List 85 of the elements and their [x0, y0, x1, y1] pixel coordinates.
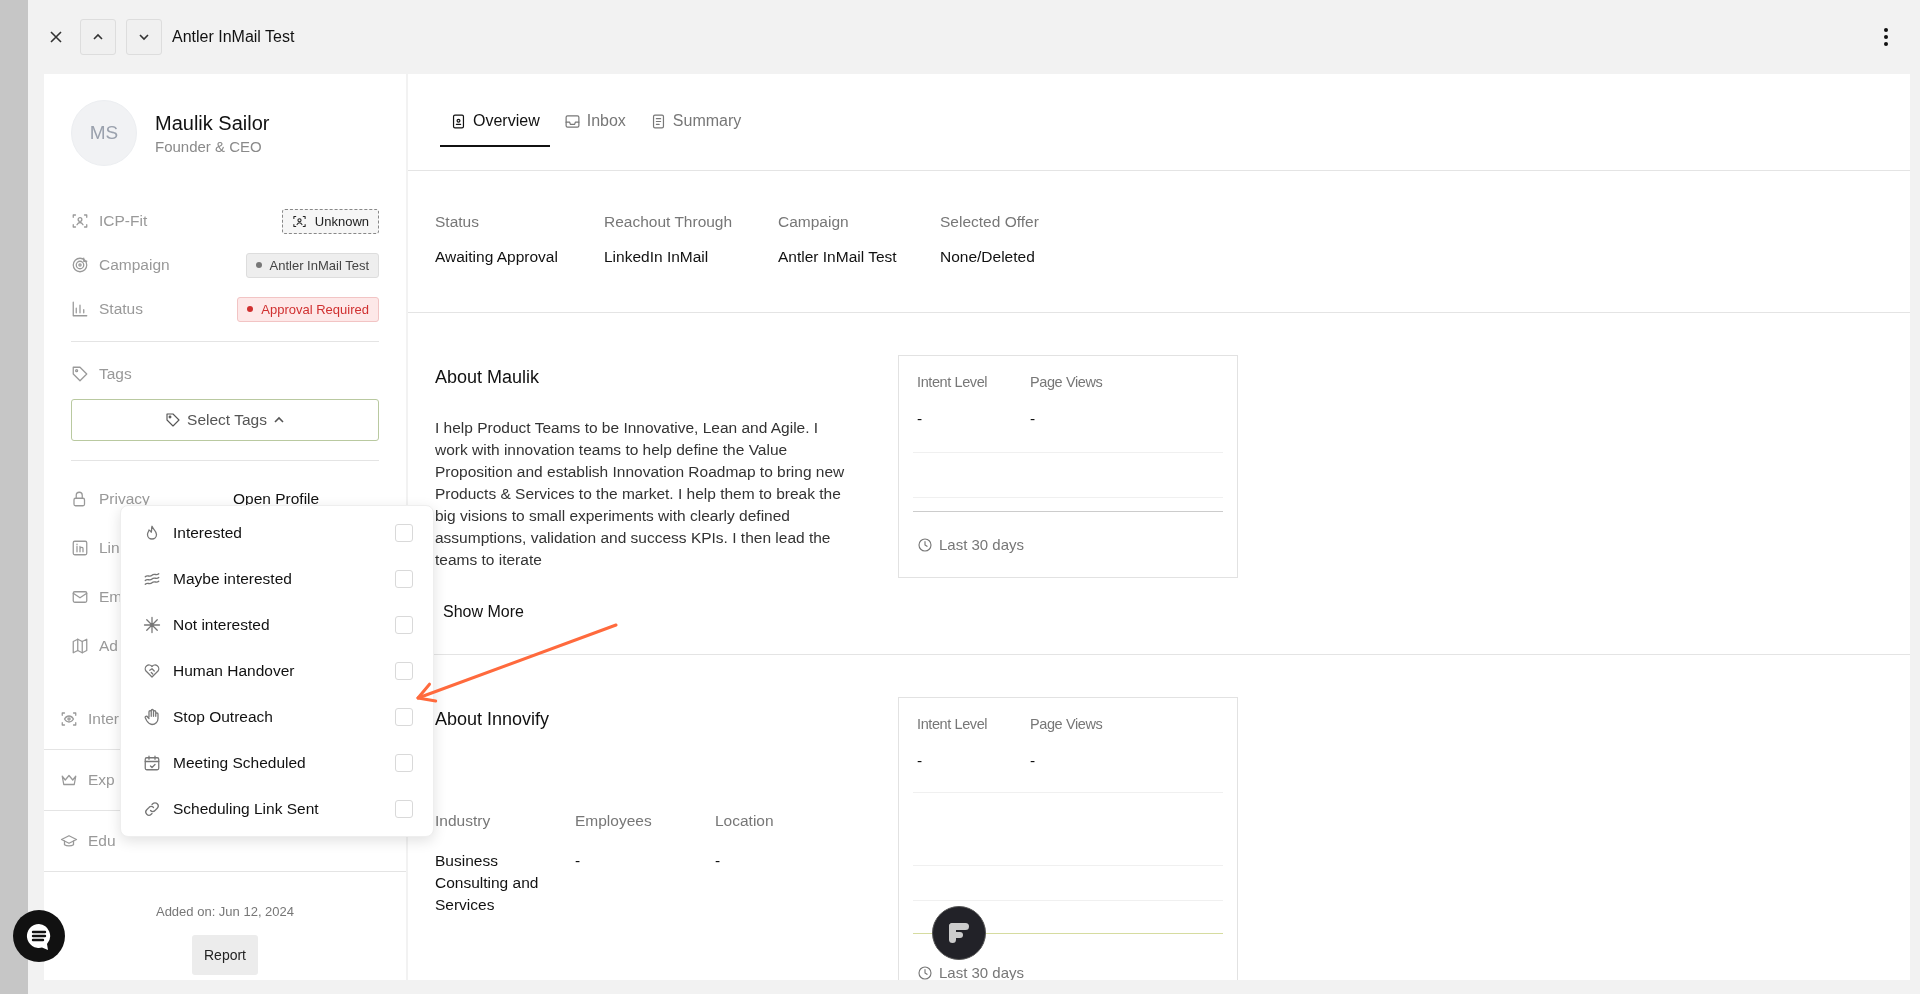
tag-icon	[165, 412, 182, 428]
field-value: -	[575, 851, 582, 871]
stat-label: Page Views	[1030, 374, 1104, 390]
tab[interactable]: Overview	[440, 97, 550, 147]
contact-name: Maulik Sailor	[155, 111, 270, 135]
tab[interactable]: Summary	[639, 97, 752, 147]
field-value: Antler InMail Test	[778, 248, 898, 266]
next-button[interactable]	[126, 19, 162, 55]
chart-icon	[71, 300, 89, 318]
scan-eye-icon	[60, 710, 78, 728]
stat-value: -	[1030, 752, 1037, 770]
field-label: Campaign	[99, 256, 170, 274]
tag-option[interactable]: Maybe interested	[121, 556, 433, 602]
tag-option[interactable]: Scheduling Link Sent	[121, 786, 433, 832]
field-label: Industry	[435, 812, 492, 830]
logo	[946, 920, 972, 946]
tab[interactable]: Inbox	[553, 97, 636, 147]
field-label: Employees	[575, 812, 653, 830]
clock-icon	[917, 536, 933, 553]
checkbox[interactable]	[395, 754, 413, 772]
field-value: -	[715, 851, 722, 871]
stat-label: Intent Level	[917, 716, 989, 732]
tag-option[interactable]: Not interested	[121, 602, 433, 648]
show-more-link[interactable]: Show More	[443, 598, 524, 625]
field-value: Open Profile	[233, 489, 320, 508]
field-label: Lin	[99, 538, 120, 557]
field-label: Selected Offer	[940, 213, 1040, 231]
stat-label: Page Views	[1030, 716, 1104, 732]
period-label: Last 30 days	[939, 536, 1025, 553]
tag-icon	[71, 365, 89, 383]
hand-icon	[143, 708, 161, 726]
waves-icon	[143, 570, 161, 588]
checkbox[interactable]	[395, 708, 413, 726]
stat-value: -	[917, 410, 924, 428]
select-tags-button[interactable]: Select Tags	[71, 399, 379, 441]
scan-face-icon	[291, 213, 307, 229]
checkbox[interactable]	[395, 662, 413, 680]
stat-value: -	[1030, 410, 1037, 428]
added-date: Added on: Jun 12, 2024	[155, 904, 295, 919]
field-value: LinkedIn InMail	[604, 248, 710, 266]
field-label: Privacy	[99, 489, 150, 508]
stat-value: -	[917, 752, 924, 770]
inbox-icon	[563, 112, 581, 130]
tag-option[interactable]: Interested	[121, 510, 433, 556]
section-heading: About Innovify	[435, 709, 551, 730]
scan-face-icon	[71, 212, 89, 230]
clock-icon	[917, 964, 933, 980]
checkbox[interactable]	[395, 524, 413, 542]
field-label: Reachout Through	[604, 213, 734, 231]
section-heading: About Maulik	[435, 367, 541, 388]
field-label: Status	[99, 300, 143, 318]
tag-option[interactable]: Stop Outreach	[121, 694, 433, 740]
field-value: Awaiting Approval	[435, 248, 559, 266]
checkbox[interactable]	[395, 616, 413, 634]
id-badge-icon	[450, 112, 467, 130]
tag-option[interactable]: Human Handover	[121, 648, 433, 694]
heart-icon	[143, 662, 161, 680]
previous-button[interactable]	[80, 19, 116, 55]
about-text: I help Product Teams to be Innovative, Lean and Agile. I work with innovation teams to help define the Value Proposition and establish Innovation Roadmap to bring new Products & Services to the market. I help them to break the big visions to small experiments with clearly defined assumptions, validation and success KPIs. I then lead the teams to iterate	[435, 418, 846, 570]
report-button[interactable]: Report	[192, 935, 258, 975]
field-label: Status	[435, 213, 480, 231]
avatar: MS	[71, 100, 137, 166]
checkbox[interactable]	[395, 570, 413, 588]
icp-badge: Unknown	[281, 208, 379, 234]
target-icon	[71, 256, 89, 274]
field-label: Tags	[99, 365, 132, 383]
field-label: Ad	[99, 636, 118, 655]
header-title: Antler InMail Test	[172, 28, 295, 46]
map-icon	[71, 636, 89, 655]
contact-title: Founder & CEO	[155, 137, 263, 155]
calendar-icon	[143, 754, 161, 772]
linkedin-icon	[71, 538, 89, 557]
link-icon	[143, 800, 161, 818]
snowflake-icon	[143, 616, 161, 634]
checkbox[interactable]	[395, 800, 413, 818]
tag-option[interactable]: Meeting Scheduled	[121, 740, 433, 786]
field-label: Campaign	[778, 213, 850, 231]
stat-label: Intent Level	[917, 374, 989, 390]
field-value: Business Consulting and Services	[435, 851, 540, 915]
field-label: Location	[715, 812, 775, 830]
status-badge: Approval Required	[237, 296, 379, 322]
close-icon	[48, 29, 64, 45]
campaign-badge: Antler InMail Test	[245, 252, 379, 278]
field-label: ICP-Fit	[99, 212, 148, 230]
field-value: None/Deleted	[940, 248, 1036, 266]
